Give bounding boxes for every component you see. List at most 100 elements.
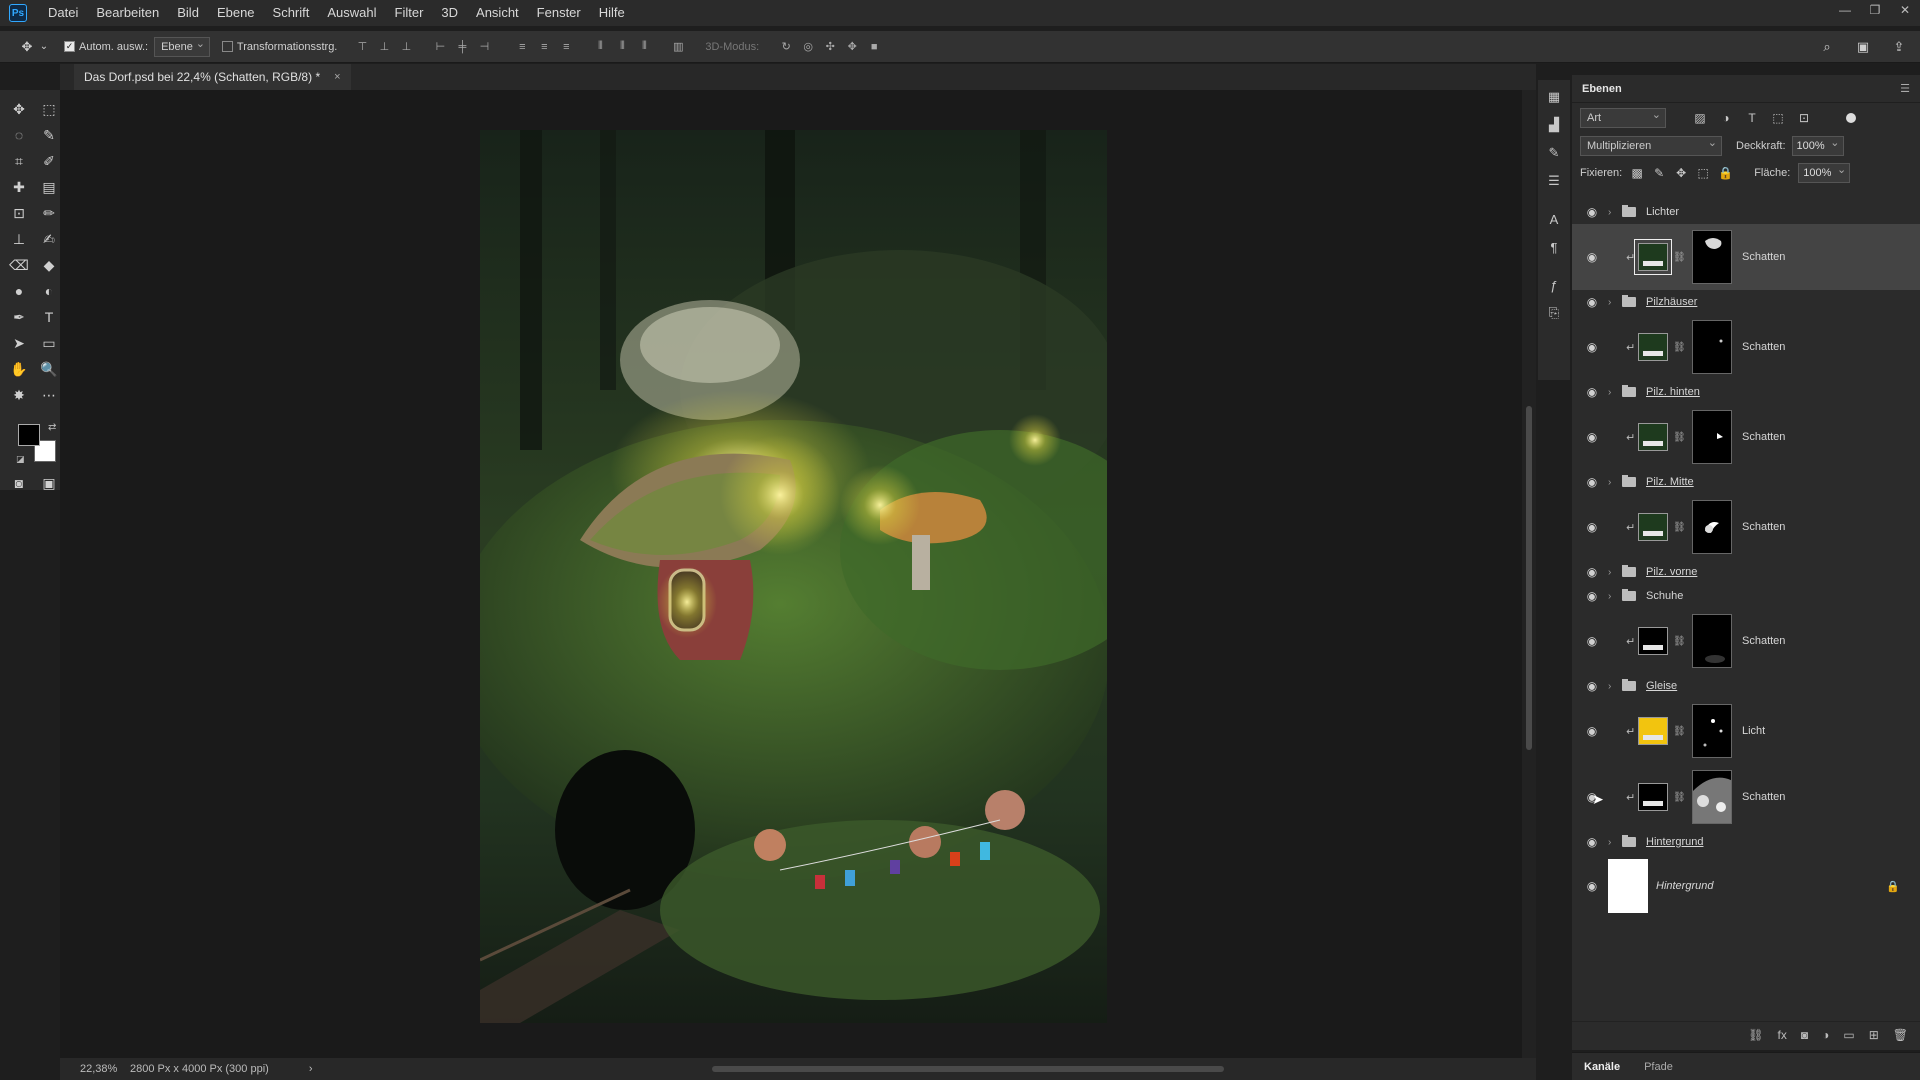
properties-icon[interactable]: ▦ (1543, 86, 1565, 108)
align-bottom-icon[interactable]: ⊥ (397, 38, 415, 56)
new-group-icon[interactable]: ▭ (1843, 1028, 1854, 1042)
chevron-right-icon[interactable]: › (1608, 387, 1611, 398)
layer-thumbnail[interactable] (1638, 627, 1668, 655)
3d-pan-icon[interactable]: ✣ (821, 38, 839, 56)
layer-thumbnail[interactable] (1638, 717, 1668, 745)
layer-thumbnail[interactable] (1638, 513, 1668, 541)
visibility-eye-icon[interactable]: ◉ (1584, 385, 1600, 399)
share-icon[interactable]: ⇪ (1888, 36, 1910, 58)
layer-group-row[interactable]: ◉ › Hintergrund (1572, 830, 1920, 854)
spot-healing-tool-icon[interactable]: ✚ (6, 174, 32, 200)
auto-select-check-icon[interactable]: ✓ (64, 41, 75, 52)
transform-check-icon[interactable] (221, 41, 233, 52)
crop-tool-icon[interactable]: ⌗ (6, 148, 32, 174)
visibility-eye-icon[interactable]: ◉ (1584, 250, 1600, 264)
vertical-scroll-thumb[interactable] (1526, 406, 1532, 750)
horizontal-scrollbar[interactable] (380, 1065, 1570, 1073)
hand-tool-icon[interactable]: ✋ (6, 356, 32, 382)
3d-slide-icon[interactable]: ✥ (843, 38, 861, 56)
filter-toggle[interactable] (1846, 113, 1856, 123)
foreground-color-swatch[interactable] (18, 424, 40, 446)
screen-mode-icon[interactable]: ▣ (36, 470, 62, 496)
distribute-vcenter-icon[interactable]: ≡ (535, 38, 553, 56)
menu-auswahl[interactable]: Auswahl (318, 0, 385, 26)
quick-select-tool-icon[interactable]: ✎ (36, 122, 62, 148)
visibility-eye-icon[interactable]: ◉ (1584, 430, 1600, 444)
visibility-eye-icon[interactable]: ◉ (1584, 565, 1600, 579)
visibility-eye-icon[interactable]: ◉ (1584, 835, 1600, 849)
layer-group-row[interactable]: ◉ › Pilz. vorne (1572, 560, 1920, 584)
visibility-eye-icon[interactable]: ◉ (1584, 634, 1600, 648)
channels-tab[interactable]: Kanäle (1584, 1061, 1620, 1073)
move-tool-icon[interactable]: ✥ (16, 36, 38, 58)
layer-mask-thumbnail[interactable] (1692, 410, 1732, 464)
document-canvas[interactable] (480, 130, 1107, 1023)
horizontal-scroll-thumb[interactable] (712, 1066, 1224, 1072)
status-arrow-icon[interactable]: › (309, 1063, 313, 1075)
layer-row[interactable]: ◉ ↵ ⛓ Licht (1572, 698, 1920, 764)
zoom-level[interactable]: 22,38% (60, 1063, 120, 1075)
3d-scale-icon[interactable]: ■ (865, 38, 883, 56)
visibility-eye-icon[interactable]: ◉ (1584, 205, 1600, 219)
menu-filter[interactable]: Filter (386, 0, 433, 26)
filter-smart-object-icon[interactable]: ⊡ (1796, 111, 1812, 125)
visibility-eye-icon[interactable]: ◉ (1584, 589, 1600, 603)
zoom-tool-icon[interactable]: 🔍 (36, 356, 62, 382)
panel-menu-icon[interactable]: ☰ (1900, 82, 1910, 95)
delete-layer-icon[interactable]: 🗑 (1893, 1028, 1908, 1042)
distribute-bottom-icon[interactable]: ≡ (557, 38, 575, 56)
layer-mask-thumbnail[interactable] (1692, 500, 1732, 554)
chevron-right-icon[interactable]: › (1608, 681, 1611, 692)
path-select-tool-icon[interactable]: ➤ (6, 330, 32, 356)
filter-pixel-icon[interactable]: ▨ (1692, 111, 1708, 125)
visibility-eye-icon[interactable]: ◉ (1584, 724, 1600, 738)
layer-thumbnail[interactable] (1638, 333, 1668, 361)
close-icon[interactable]: ✕ (1890, 0, 1920, 20)
layer-mask-thumbnail[interactable] (1692, 704, 1732, 758)
distribute-right-icon[interactable]: ⦀ (635, 38, 653, 56)
new-layer-icon[interactable]: ⊞ (1869, 1028, 1879, 1042)
layer-group-row[interactable]: ◉ › Lichter (1572, 200, 1920, 224)
mask-link-icon[interactable]: ⛓ (1673, 342, 1686, 353)
background-layer-thumbnail[interactable] (1608, 859, 1648, 913)
mask-link-icon[interactable]: ⛓ (1673, 726, 1686, 737)
bandage-tool-icon[interactable]: ▤ (36, 174, 62, 200)
mask-link-icon[interactable]: ⛓ (1673, 792, 1686, 803)
edit-toolbar-icon[interactable]: ✸ (6, 382, 32, 408)
layer-group-row[interactable]: ◉ › Schuhe (1572, 584, 1920, 608)
restore-icon[interactable]: ❐ (1860, 0, 1890, 20)
link-layers-icon[interactable]: ⛓ (1748, 1028, 1763, 1042)
chevron-right-icon[interactable]: › (1608, 477, 1611, 488)
lock-image-icon[interactable]: ✎ (1652, 166, 1666, 180)
menu-datei[interactable]: Datei (39, 0, 87, 26)
lock-transparency-icon[interactable]: ▩ (1630, 166, 1644, 180)
chevron-right-icon[interactable]: › (1608, 837, 1611, 848)
align-hcenter-icon[interactable]: ╪ (453, 38, 471, 56)
visibility-eye-icon[interactable]: ◉ (1584, 520, 1600, 534)
brush-settings-icon[interactable]: ✎ (1543, 142, 1565, 164)
align-vcenter-icon[interactable]: ⊥ (375, 38, 393, 56)
chevron-right-icon[interactable]: › (1608, 207, 1611, 218)
mask-link-icon[interactable]: ⛓ (1673, 252, 1686, 263)
eyedropper-tool-icon[interactable]: ✐ (36, 148, 62, 174)
filter-shape-icon[interactable]: ⬚ (1770, 111, 1786, 125)
dodge-tool-icon[interactable]: ◐ (36, 278, 62, 304)
layer-style-icon[interactable]: fx (1778, 1028, 1787, 1042)
lock-icon[interactable]: 🔒 (1886, 880, 1900, 893)
layer-thumbnail[interactable] (1638, 423, 1668, 451)
menu-ebene[interactable]: Ebene (208, 0, 264, 26)
align-left-icon[interactable]: ⊢ (431, 38, 449, 56)
chevron-down-icon[interactable]: ⌄ (38, 36, 50, 58)
chevron-right-icon[interactable]: › (1608, 297, 1611, 308)
blur-tool-icon[interactable]: ● (6, 278, 32, 304)
distribute-top-icon[interactable]: ≡ (513, 38, 531, 56)
more-tools-icon[interactable]: ⋯ (36, 382, 62, 408)
opacity-input[interactable]: 100% (1791, 134, 1844, 156)
visibility-eye-icon[interactable]: ◉ (1584, 679, 1600, 693)
layer-group-row[interactable]: ◉ › Pilz. Mitte (1572, 470, 1920, 494)
mask-link-icon[interactable]: ⛓ (1673, 636, 1686, 647)
transform-controls-checkbox[interactable]: Transformationsstrg. (221, 41, 337, 53)
canvas-area[interactable] (60, 90, 1522, 1058)
chevron-right-icon[interactable]: › (1608, 567, 1611, 578)
visibility-eye-icon[interactable]: ◉ (1584, 295, 1600, 309)
